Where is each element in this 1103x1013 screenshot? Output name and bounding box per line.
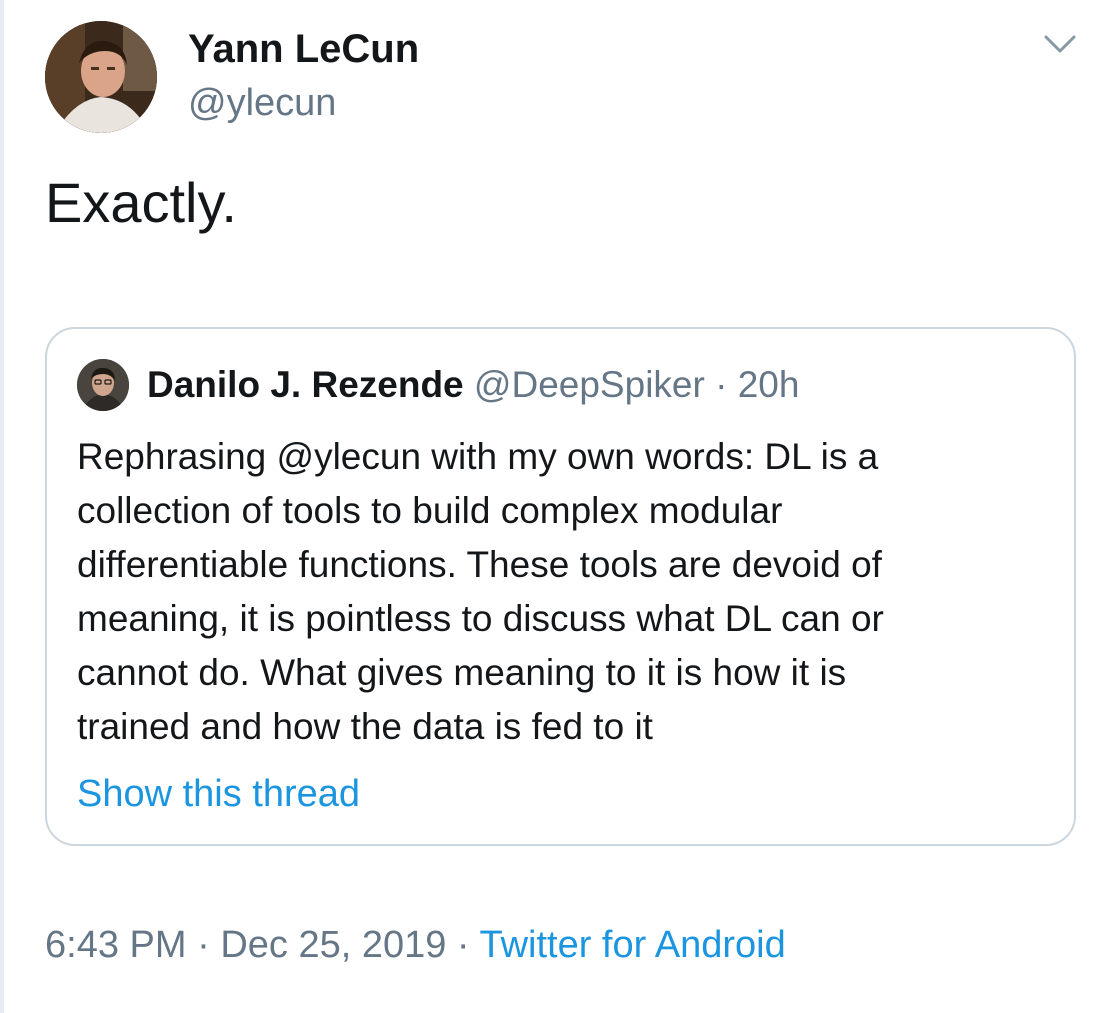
quoted-author-name[interactable]: Danilo J. Rezende [147,364,464,405]
left-divider [0,0,4,1013]
author-handle[interactable]: @ylecun [188,80,336,126]
author-name[interactable]: Yann LeCun [188,26,419,72]
quoted-tweet-card[interactable]: Danilo J. Rezende @DeepSpiker · 20h Reph… [45,327,1076,846]
quoted-text-line: differentiable functions. These tools ar… [77,544,882,585]
quoted-tweet-header: Danilo J. Rezende @DeepSpiker · 20h [147,362,799,416]
quoted-author-avatar[interactable] [77,359,129,411]
meta-separator: · [446,924,480,966]
quoted-text-line: cannot do. What gives meaning to it is h… [77,652,847,693]
quoted-tweet-age[interactable]: 20h [738,364,800,405]
quoted-meta-separator: · [704,364,738,405]
tweet-time[interactable]: 6:43 PM [45,924,187,966]
quoted-tweet-text: Rephrasing @ylecun with my own words: DL… [77,430,1062,754]
author-avatar[interactable] [45,21,157,133]
tweet-metadata: 6:43 PM · Dec 25, 2019 · Twitter for And… [45,918,786,972]
tweet-date[interactable]: Dec 25, 2019 [220,924,446,966]
meta-separator: · [186,924,221,966]
chevron-down-icon[interactable] [1040,28,1080,58]
quoted-text-line: collection of tools to build complex mod… [77,490,783,531]
show-thread-link[interactable]: Show this thread [77,767,360,821]
quoted-text-line: meaning, it is pointless to discuss what… [77,598,884,639]
quoted-text-line: trained and how the data is fed to it [77,706,653,747]
quoted-text-line: Rephrasing @ylecun with my own words: DL… [77,436,879,477]
tweet-text: Exactly. [45,171,237,234]
quoted-author-handle[interactable]: @DeepSpiker [474,364,705,405]
quoted-author-handle-gap [464,364,474,405]
tweet-source-link[interactable]: Twitter for Android [479,924,785,966]
